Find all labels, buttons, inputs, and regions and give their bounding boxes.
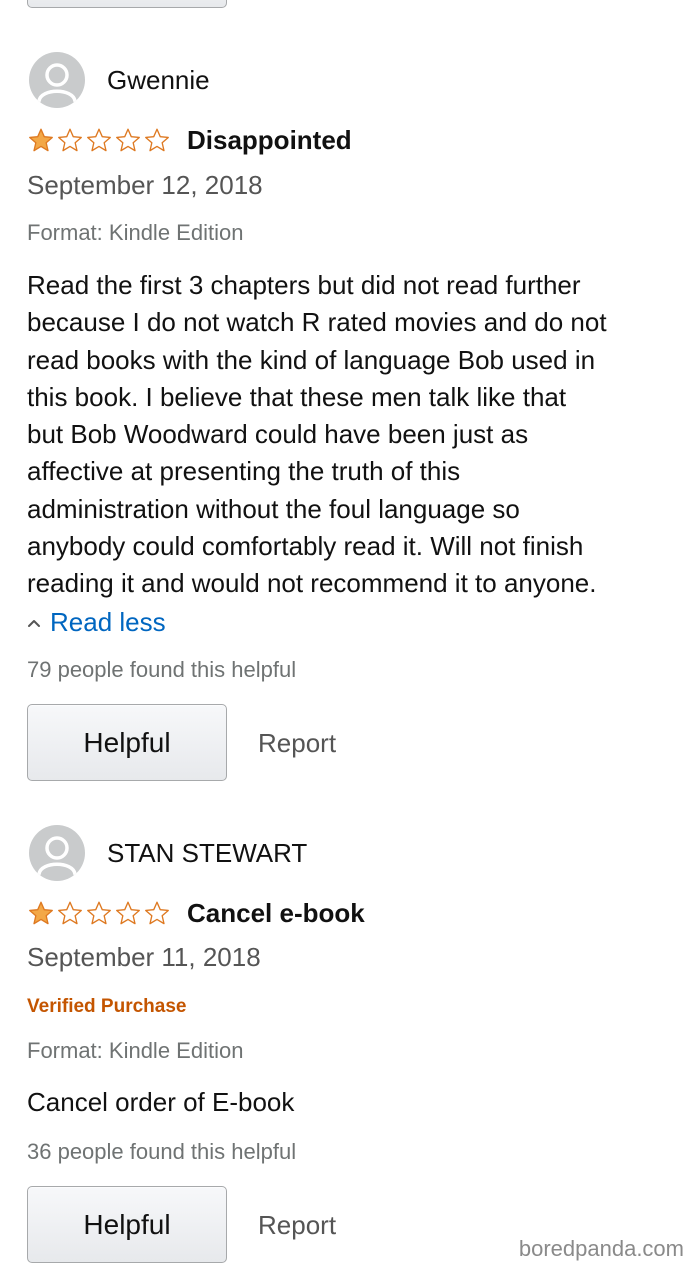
review-date: September 12, 2018 bbox=[27, 170, 263, 200]
review-body-line: read books with the kind of language Bob… bbox=[27, 344, 596, 375]
review-body-line: administration without the foul language… bbox=[27, 493, 520, 524]
helpful-count: 36 people found this helpful bbox=[27, 1139, 297, 1164]
star-rating bbox=[27, 899, 172, 927]
review-date: September 11, 2018 bbox=[27, 942, 261, 972]
helpful-button[interactable]: Helpful bbox=[27, 1186, 227, 1263]
star-filled-icon bbox=[29, 128, 53, 151]
review-body-line: affective at presenting the truth of thi… bbox=[27, 456, 461, 487]
helpful-button[interactable]: Helpful bbox=[27, 704, 227, 781]
review-body: Read the first 3 chapters but did not re… bbox=[27, 267, 677, 603]
star-rating bbox=[27, 126, 172, 154]
star-empty-icon bbox=[58, 901, 82, 924]
reviewer-name[interactable]: STAN STEWART bbox=[107, 840, 307, 866]
star-empty-icon bbox=[116, 128, 140, 151]
star-empty-icon bbox=[116, 901, 140, 924]
read-less-label: Read less bbox=[50, 607, 166, 637]
review-format: Format: Kindle Edition bbox=[27, 1038, 244, 1063]
review-body-line: Cancel order of E-book bbox=[27, 1087, 295, 1117]
avatar bbox=[29, 52, 85, 108]
review-title[interactable]: Cancel e-book bbox=[187, 900, 365, 926]
review-body: Cancel order of E-book bbox=[27, 1084, 677, 1121]
helpful-count: 79 people found this helpful bbox=[27, 657, 297, 682]
reviewer-name[interactable]: Gwennie bbox=[107, 67, 210, 93]
helpful-button-previous[interactable] bbox=[27, 0, 227, 8]
star-empty-icon bbox=[58, 128, 82, 151]
report-link[interactable]: Report bbox=[258, 1212, 336, 1238]
star-empty-icon bbox=[145, 901, 169, 924]
report-link[interactable]: Report bbox=[258, 730, 336, 756]
watermark: boredpanda.com bbox=[518, 1236, 684, 1261]
review-body-line: reading it and would not recommend it to… bbox=[27, 568, 597, 599]
read-less-link[interactable]: Read less bbox=[27, 609, 166, 635]
chevron-up-icon bbox=[28, 620, 40, 627]
star-empty-icon bbox=[145, 128, 169, 151]
user-icon bbox=[37, 63, 77, 103]
review-format: Format: Kindle Edition bbox=[27, 220, 244, 245]
user-icon bbox=[37, 836, 77, 876]
star-empty-icon bbox=[87, 901, 111, 924]
star-empty-icon bbox=[87, 128, 111, 151]
review-body-line: but Bob Woodward could have been just as bbox=[27, 419, 529, 450]
review-body-line: anybody could comfortably read it. Will … bbox=[27, 531, 584, 562]
star-filled-icon bbox=[29, 901, 53, 924]
review-body-line: Read the first 3 chapters but did not re… bbox=[27, 270, 581, 300]
review-body-line: this book. I believe that these men talk… bbox=[27, 381, 567, 412]
verified-purchase-badge: Verified Purchase bbox=[27, 996, 187, 1017]
avatar bbox=[29, 825, 85, 881]
review-body-line: because I do not watch R rated movies an… bbox=[27, 307, 607, 338]
review-title[interactable]: Disappointed bbox=[187, 127, 352, 153]
